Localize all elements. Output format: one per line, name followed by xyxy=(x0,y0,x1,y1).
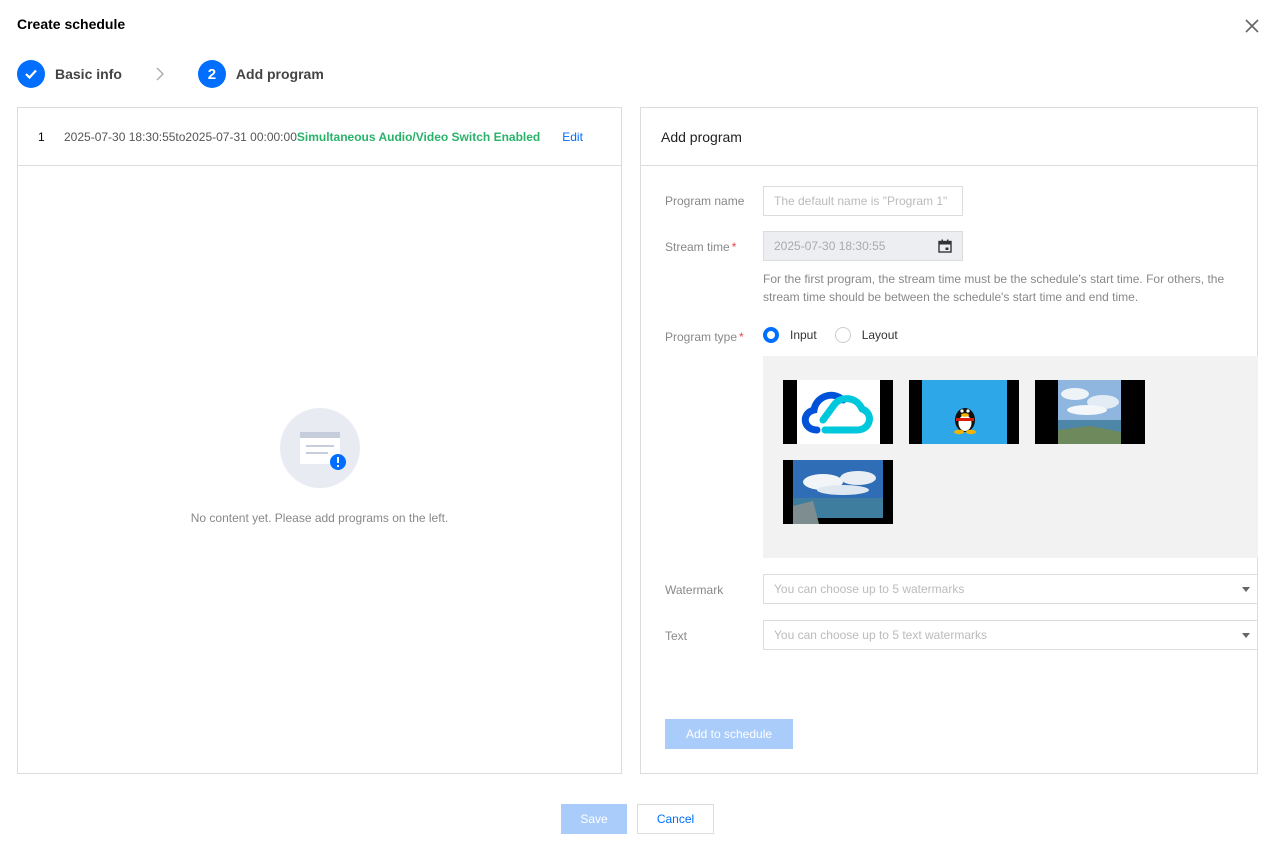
step-1-indicator xyxy=(17,60,45,88)
schedule-index: 1 xyxy=(38,129,45,144)
step-1-label: Basic info xyxy=(55,66,122,82)
program-name-label: Program name xyxy=(665,194,745,208)
caret-down-icon xyxy=(1242,587,1250,592)
schedule-row: 1 2025-07-30 18:30:55to2025-07-31 00:00:… xyxy=(18,108,621,166)
schedule-time-range: 2025-07-30 18:30:55to2025-07-31 00:00:00 xyxy=(64,129,297,144)
add-program-header: Add program xyxy=(641,108,1257,166)
text-label: Text xyxy=(665,629,688,643)
input-thumbnail-2[interactable] xyxy=(909,380,1019,444)
chevron-right-icon xyxy=(156,67,164,81)
watermark-label: Watermark xyxy=(665,583,724,597)
check-icon xyxy=(25,69,37,80)
radio-layout-label[interactable]: Layout xyxy=(862,328,898,342)
edit-link[interactable]: Edit xyxy=(562,130,583,144)
empty-document-icon xyxy=(279,408,360,488)
stream-time-value: 2025-07-30 18:30:55 xyxy=(774,239,886,253)
step-2-label: Add program xyxy=(235,66,324,82)
input-thumbnail-grid xyxy=(763,356,1258,558)
input-thumbnail-4[interactable] xyxy=(783,460,893,524)
watermark-placeholder: You can choose up to 5 watermarks xyxy=(774,582,965,596)
stepper: Basic info 2 Add program xyxy=(17,60,324,88)
radio-input[interactable] xyxy=(763,327,779,343)
watermark-select[interactable]: You can choose up to 5 watermarks xyxy=(763,574,1258,604)
radio-layout[interactable] xyxy=(834,327,851,343)
radio-input-label[interactable]: Input xyxy=(790,328,817,342)
program-type-radio-group: Input Layout xyxy=(763,327,916,343)
stream-time-help: For the first program, the stream time m… xyxy=(763,272,1225,304)
add-to-schedule-button[interactable]: Add to schedule xyxy=(665,719,793,749)
dialog-title: Create schedule xyxy=(17,16,126,32)
caret-down-icon xyxy=(1242,633,1250,638)
add-program-panel: Add program Program name The default nam… xyxy=(640,107,1258,774)
save-button[interactable]: Save xyxy=(561,804,627,834)
step-2-indicator: 2 xyxy=(197,60,226,88)
empty-state: No content yet. Please add programs on t… xyxy=(18,408,621,525)
schedule-panel: 1 2025-07-30 18:30:55to2025-07-31 00:00:… xyxy=(17,107,622,774)
calendar-icon xyxy=(938,239,952,253)
text-watermark-select[interactable]: You can choose up to 5 text watermarks xyxy=(763,620,1258,650)
stream-time-label: Stream time * xyxy=(665,240,737,254)
schedule-status: Simultaneous Audio/Video Switch Enabled xyxy=(296,129,541,144)
cancel-button[interactable]: Cancel xyxy=(637,804,714,834)
close-icon[interactable] xyxy=(1243,17,1261,35)
program-type-label: Program type * xyxy=(665,330,744,344)
input-thumbnail-1[interactable] xyxy=(783,380,893,444)
empty-state-text: No content yet. Please add programs on t… xyxy=(190,511,449,525)
stream-time-input: 2025-07-30 18:30:55 xyxy=(763,231,963,261)
text-watermark-placeholder: You can choose up to 5 text watermarks xyxy=(774,628,988,642)
program-name-input[interactable]: The default name is "Program 1" xyxy=(763,186,963,216)
input-thumbnail-3[interactable] xyxy=(1035,380,1145,444)
